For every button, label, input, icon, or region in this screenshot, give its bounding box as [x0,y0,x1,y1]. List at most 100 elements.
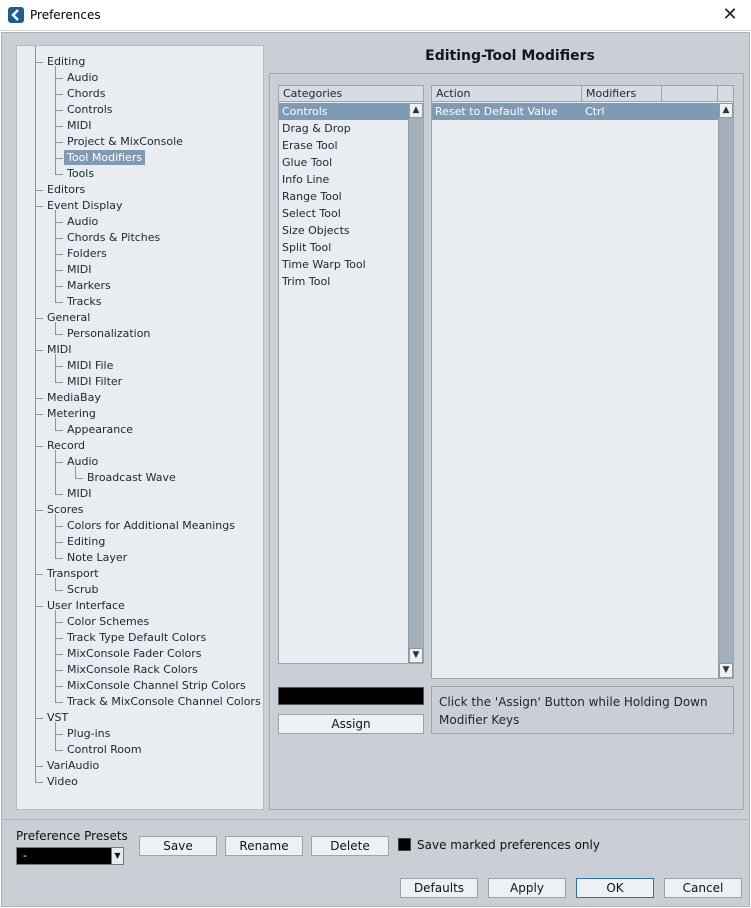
tree-item[interactable]: MixConsole Channel Strip Colors [64,678,249,693]
tree-connector [55,94,56,110]
tree-connector [55,286,56,302]
category-item[interactable]: Erase Tool [279,137,408,154]
tree-item[interactable]: Editors [44,182,88,197]
tree-item[interactable]: Audio [64,214,101,229]
category-item[interactable]: Trim Tool [279,273,408,290]
window-title: Preferences [30,8,101,22]
tree-item[interactable]: Video [44,774,81,789]
tree-item[interactable]: Tools [64,166,97,181]
tree-connector [35,206,43,207]
categories-scrollbar[interactable]: ▲ ▼ [408,103,423,663]
scroll-down-arrow-icon[interactable]: ▼ [409,648,423,663]
tree-item[interactable]: MIDI [44,342,74,357]
category-item[interactable]: Select Tool [279,205,408,222]
category-item[interactable]: Split Tool [279,239,408,256]
category-item[interactable]: Time Warp Tool [279,256,408,273]
tree-item[interactable]: MIDI [64,262,94,277]
scroll-up-arrow-icon[interactable]: ▲ [409,103,423,118]
defaults-button[interactable]: Defaults [400,878,478,898]
tree-item[interactable]: Control Room [64,742,145,757]
tree-item[interactable]: VariAudio [44,758,102,773]
tree-connector [35,62,43,63]
tree-connector [55,254,56,270]
close-icon[interactable]: ✕ [719,4,741,26]
tree-item[interactable]: Tracks [64,294,105,309]
delete-button[interactable]: Delete [311,836,389,856]
modifier-cell: Ctrl [585,105,605,118]
tree-item[interactable]: MIDI File [64,358,116,373]
scroll-up-arrow-icon[interactable]: ▲ [719,103,733,118]
tree-item[interactable]: Audio [64,454,101,469]
preference-presets-select[interactable]: - ▼ [16,847,124,865]
tree-connector [35,350,43,351]
save-marked-checkbox[interactable] [398,838,411,851]
ok-button[interactable]: OK [576,878,654,898]
tree-item[interactable]: Scrub [64,582,102,597]
tree-item[interactable]: Metering [44,406,99,421]
tree-connector [55,622,63,623]
tree-item[interactable]: MixConsole Fader Colors [64,646,205,661]
tree-item[interactable]: Record [44,438,88,453]
tree-item[interactable]: Plug-ins [64,726,113,741]
tree-item[interactable]: Note Layer [64,550,130,565]
tree-item[interactable]: Track Type Default Colors [64,630,209,645]
rename-button[interactable]: Rename [225,836,303,856]
tree-item[interactable]: General [44,310,93,325]
scroll-down-arrow-icon[interactable]: ▼ [719,663,733,678]
categories-column-header[interactable]: Categories [279,86,424,102]
tree-item[interactable]: Folders [64,246,110,261]
category-item[interactable]: Controls [279,103,408,120]
tree-item[interactable]: Broadcast Wave [84,470,179,485]
tree-item[interactable]: Markers [64,278,114,293]
tree-item[interactable]: MixConsole Rack Colors [64,662,201,677]
cancel-button[interactable]: Cancel [664,878,742,898]
modifiers-column-header[interactable]: Modifiers [582,86,662,102]
tree-item[interactable]: MIDI [64,486,94,501]
actions-scrollbar[interactable]: ▲ ▼ [718,103,733,678]
preference-presets-label: Preference Presets [16,829,128,843]
tree-item[interactable]: Event Display [44,198,126,213]
category-item[interactable]: Drag & Drop [279,120,408,137]
tree-connector [55,542,56,558]
category-item[interactable]: Glue Tool [279,154,408,171]
tree-item[interactable]: Project & MixConsole [64,134,186,149]
tree-item[interactable]: Chords [64,86,108,101]
tree-item[interactable]: User Interface [44,598,128,613]
tree-connector [55,750,63,751]
assign-button[interactable]: Assign [278,714,424,734]
tree-item[interactable]: Chords & Pitches [64,230,163,245]
tree-item[interactable]: Colors for Additional Meanings [64,518,238,533]
tree-item[interactable]: Track & MixConsole Channel Colors [64,694,263,709]
tree-item[interactable]: Scores [44,502,87,517]
apply-button[interactable]: Apply [488,878,566,898]
cubase-app-icon [8,7,24,23]
tree-item[interactable]: Color Schemes [64,614,152,629]
save-button[interactable]: Save [139,836,217,856]
tree-connector [55,702,63,703]
tree-item[interactable]: Editing [64,534,108,549]
chevron-down-icon[interactable]: ▼ [111,848,123,864]
tree-item[interactable]: Appearance [64,422,136,437]
tree-connector [55,542,63,543]
tree-connector [35,766,36,782]
tree-item[interactable]: Transport [44,566,102,581]
category-item[interactable]: Info Line [279,171,408,188]
actions-header: Action Modifiers [432,86,733,102]
tree-item[interactable]: MIDI Filter [64,374,125,389]
tree-item[interactable]: MediaBay [44,390,104,405]
category-item[interactable]: Range Tool [279,188,408,205]
tree-item[interactable]: Editing [44,54,88,69]
modifier-key-field[interactable] [278,687,424,705]
table-row[interactable]: Reset to Default Value Ctrl [432,103,718,120]
tree-item[interactable]: Tool Modifiers [64,150,146,165]
tree-item[interactable]: Audio [64,70,101,85]
action-column-header[interactable]: Action [432,86,582,102]
tree-item[interactable]: MIDI [64,118,94,133]
empty-column-header [662,86,718,102]
tree-item[interactable]: Personalization [64,326,153,341]
tree-item[interactable]: VST [44,710,71,725]
tree-item[interactable]: Controls [64,102,116,117]
tree-connector [55,126,56,142]
category-item[interactable]: Size Objects [279,222,408,239]
tree-connector [55,670,56,686]
